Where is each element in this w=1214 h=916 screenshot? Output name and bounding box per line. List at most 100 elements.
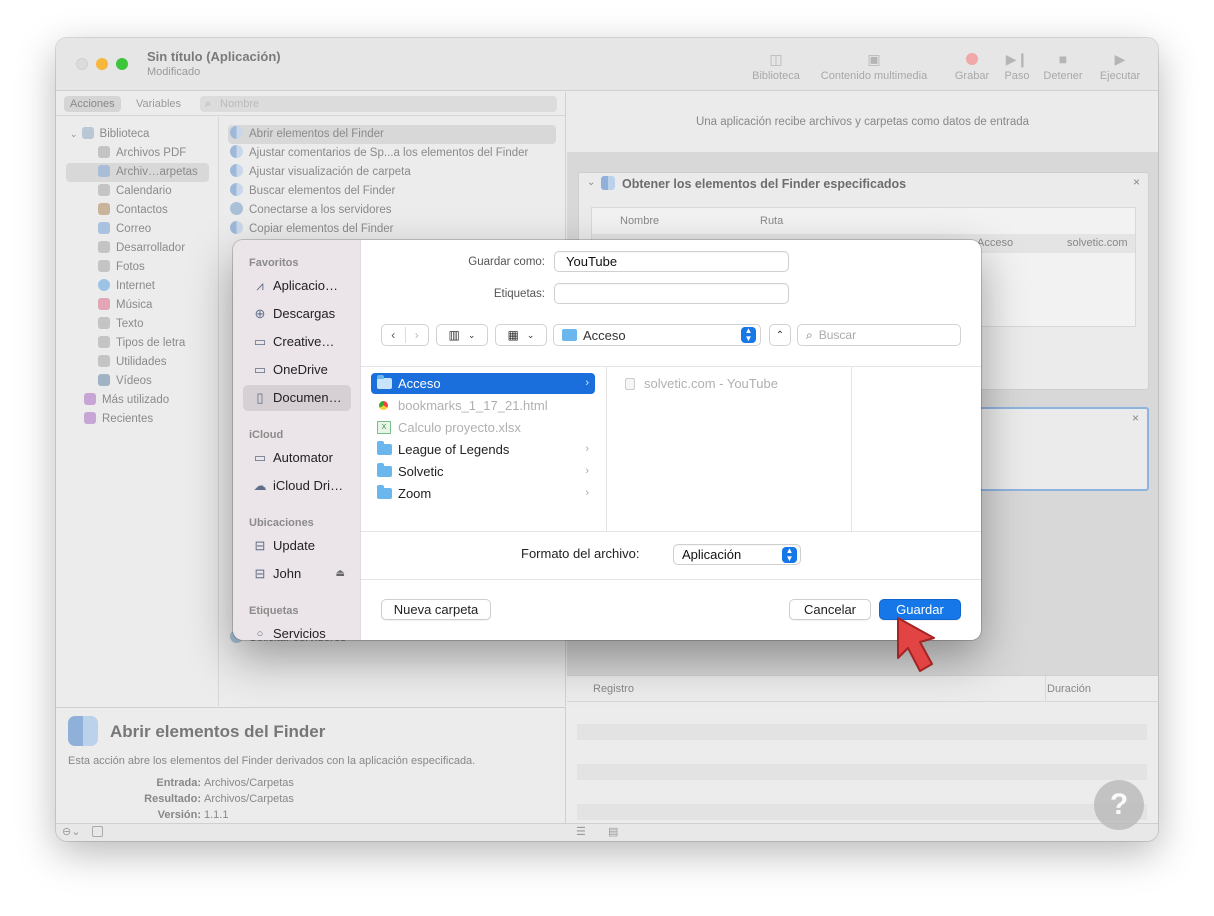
add-menu-icon[interactable]: ⊖⌄ (62, 825, 80, 838)
action-item[interactable]: Copiar elementos del Finder (230, 220, 393, 239)
toolbar-media-button[interactable]: ▣ Contenido multimedia (814, 48, 934, 83)
back-forward-buttons[interactable]: ‹ › (381, 324, 429, 346)
chevron-right-icon[interactable]: › (406, 328, 429, 342)
cancel-button[interactable]: Cancelar (789, 599, 871, 620)
library-item[interactable]: Fotos (98, 258, 145, 277)
list-item-folder[interactable]: Zoom › (371, 483, 595, 504)
library-item[interactable]: Correo (98, 220, 151, 239)
library-item[interactable]: Texto (98, 315, 144, 334)
list-item-acceso[interactable]: Acceso › (371, 373, 595, 394)
sidebar-item-onedrive[interactable]: ▭ OneDrive (243, 357, 351, 383)
new-folder-button[interactable]: Nueva carpeta (381, 599, 491, 620)
zoom-window-button[interactable] (116, 58, 128, 70)
library-item[interactable]: Archivos PDF (98, 144, 186, 163)
toolbar-label: Paso (1004, 70, 1030, 82)
sidebar-item-applications[interactable]: ⩘ Aplicacio… (243, 273, 351, 299)
location-popup[interactable]: Acceso ▲ ▼ (553, 324, 761, 346)
tab-actions[interactable]: Acciones (64, 96, 121, 112)
toolbar-run-button[interactable]: ▶ Ejecutar (1096, 48, 1144, 83)
tab-variables[interactable]: Variables (130, 96, 187, 112)
library-item[interactable]: Tipos de letra (98, 334, 185, 353)
action-item-selected[interactable]: Abrir elementos del Finder (228, 125, 556, 144)
action-item[interactable]: Ajustar comentarios de Sp...a los elemen… (230, 144, 528, 163)
eject-icon[interactable]: ⏏ (336, 561, 345, 587)
close-window-button[interactable] (76, 58, 88, 70)
action-item[interactable]: Ajustar visualización de carpeta (230, 163, 411, 182)
library-item[interactable]: Más utilizado (84, 391, 169, 410)
folder-icon: ▭ (253, 450, 267, 465)
folder-icon (377, 375, 392, 389)
input-label: Entrada: (156, 777, 201, 789)
action-item[interactable]: Buscar elementos del Finder (230, 182, 395, 201)
applications-icon: ⩘ (256, 278, 264, 293)
browser-column-1: Acceso › bookmarks_1_17_21.html X Calculo … (361, 366, 607, 531)
library-item[interactable]: Utilidades (98, 353, 167, 372)
sidebar-item-john[interactable]: ⊟ John ⏏ (243, 561, 351, 587)
column-view-button[interactable]: ▥ ⌄ (436, 324, 488, 346)
search-field[interactable]: ⌕ Buscar (797, 324, 961, 346)
library-item[interactable]: Calendario (98, 182, 172, 201)
actions-search-input[interactable]: ⌕ Nombre (200, 96, 557, 112)
chevron-left-icon[interactable]: ‹ (382, 328, 405, 342)
grid-view-icon[interactable]: ▤ (608, 825, 618, 838)
bottom-bar: ⊖⌄ ☰ ▤ (56, 823, 1158, 841)
library-item[interactable]: Recientes (84, 410, 153, 429)
sidebar-item-documents[interactable]: ▯ Documen… (243, 385, 351, 411)
dialog-main: Guardar como: YouTube Etiquetas: ‹ › ▥ ⌄ … (361, 240, 981, 640)
help-logo-icon: ? (1094, 780, 1144, 830)
library-item-biblioteca[interactable]: ⌄ Biblioteca (70, 125, 149, 144)
library-item-selected[interactable]: Archiv…arpetas (66, 163, 209, 182)
list-item[interactable]: solvetic.com - YouTube (617, 373, 841, 394)
info-toggle-icon[interactable] (92, 826, 103, 837)
sidebar-item-downloads[interactable]: ⊕ Descargas (243, 301, 351, 327)
excel-file-icon: X (377, 421, 391, 434)
library-item[interactable]: Vídeos (98, 372, 152, 391)
group-button[interactable]: ▦ ⌄ (495, 324, 547, 346)
library-item[interactable]: Música (98, 296, 152, 315)
toolbar-record-button[interactable]: Grabar (948, 48, 996, 82)
sidebar-item-creative[interactable]: ▭ Creative… (243, 329, 351, 355)
tags-header: Etiquetas (249, 605, 299, 617)
document-icon (625, 378, 635, 390)
grid-icon: ▦ (507, 328, 519, 342)
library-item[interactable]: Contactos (98, 201, 168, 220)
sidebar-item-update[interactable]: ⊟ Update (243, 533, 351, 559)
toolbar-library-button[interactable]: ◫ Biblioteca (746, 48, 806, 83)
sidebar-item-automator[interactable]: ▭ Automator (243, 445, 351, 471)
close-icon[interactable]: × (1133, 175, 1140, 189)
result-label: Resultado: (144, 793, 201, 805)
list-item-folder[interactable]: League of Legends › (371, 439, 595, 460)
version-value: 1.1.1 (204, 809, 229, 821)
version-label: Versión: (157, 809, 201, 821)
list-view-icon[interactable]: ☰ (576, 825, 586, 838)
sidebar-item-servicios[interactable]: ○ Servicios (243, 621, 351, 640)
expand-collapse-button[interactable]: ⌃ (769, 324, 791, 346)
stop-icon: ■ (1058, 51, 1068, 67)
save-as-input[interactable]: YouTube (554, 251, 789, 272)
browser-column-3 (852, 366, 981, 531)
library-list: ⌄ Biblioteca Archivos PDF Archiv…arpetas … (56, 117, 219, 706)
format-popup[interactable]: Aplicación ▲ ▼ (673, 544, 801, 565)
document-icon: ▯ (256, 390, 264, 405)
chevron-down-icon: ⌄ (467, 329, 476, 340)
column-path: Ruta (760, 215, 784, 227)
close-icon[interactable]: × (1132, 411, 1139, 425)
action-item[interactable]: Conectarse a los servidores (230, 201, 392, 220)
folder-icon: ▭ (253, 334, 267, 349)
list-item-folder[interactable]: Solvetic › (371, 461, 595, 482)
library-item[interactable]: Internet (98, 277, 155, 296)
collapse-icon[interactable]: ⌄ (587, 177, 595, 188)
tags-input[interactable] (554, 283, 789, 304)
locations-header: Ubicaciones (249, 517, 314, 529)
finder-icon (68, 716, 98, 746)
minimize-window-button[interactable] (96, 58, 108, 70)
column-log: Registro (593, 683, 634, 695)
list-item[interactable]: X Calculo proyecto.xlsx (371, 417, 595, 438)
toolbar-stop-button[interactable]: ■ Detener (1040, 48, 1086, 82)
sidebar-item-icloud-drive[interactable]: ☁ iCloud Dri… (243, 473, 351, 499)
toolbar-step-button[interactable]: ▶❙ Paso (1000, 48, 1034, 83)
list-item[interactable]: bookmarks_1_17_21.html (371, 395, 595, 416)
actions-header: Acciones Variables ⌕ Nombre (56, 92, 565, 116)
library-item[interactable]: Desarrollador (98, 239, 185, 258)
toolbar-label: Grabar (954, 70, 990, 82)
